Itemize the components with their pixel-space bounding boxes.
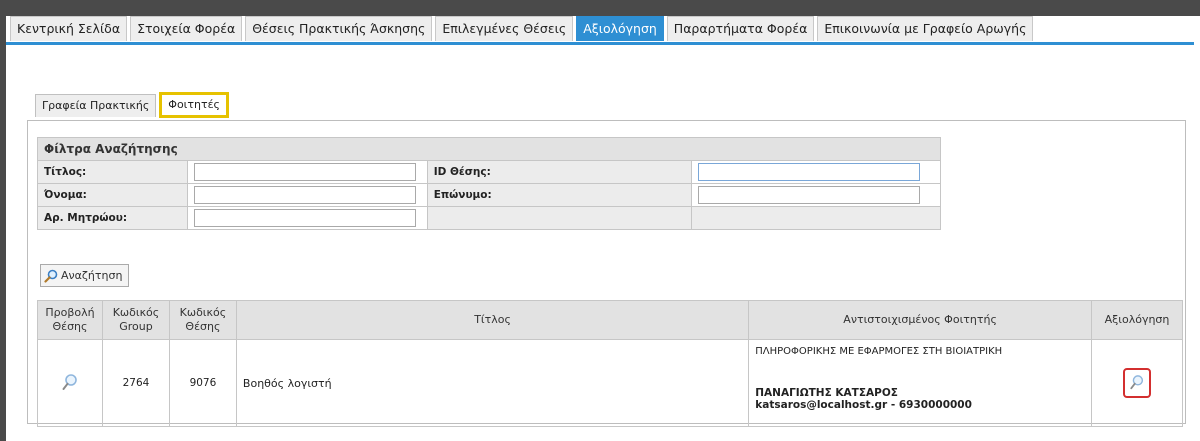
- col-student: Αντιστοιχισμένος Φοιτητής: [748, 300, 1092, 340]
- evaluate-icon: [1130, 375, 1144, 390]
- main-nav-tabs: Κεντρική Σελίδα Στοιχεία Φορέα Θέσεις Πρ…: [10, 16, 1036, 42]
- first-name-label: Όνομα:: [37, 183, 188, 207]
- filters-header: Φίλτρα Αναζήτησης: [37, 137, 941, 161]
- col-view-position: Προβολή Θέσης: [37, 300, 103, 340]
- tab-internship-positions[interactable]: Θέσεις Πρακτικής Άσκησης: [245, 16, 433, 41]
- search-filters: Φίλτρα Αναζήτησης Τίτλος: ID Θέσης: Όνομ…: [37, 137, 941, 230]
- student-department: ΠΛΗΡΟΦΟΡΙΚΗΣ ΜΕ ΕΦΑΡΜΟΓΕΣ ΣΤΗ ΒΙΟΙΑΤΡΙΚΗ: [755, 346, 1003, 357]
- evaluate-button[interactable]: [1122, 368, 1151, 398]
- position-id-input[interactable]: [698, 163, 921, 181]
- search-button-label: Αναζήτηση: [61, 269, 123, 282]
- sub-tabs: Γραφεία Πρακτικής Φοιτητές: [35, 92, 232, 120]
- position-code-cell: 9076: [168, 339, 237, 427]
- last-name-label: Επώνυμο:: [426, 183, 693, 207]
- student-name: ΠΑΝΑΓΙΩΤΗΣ ΚΑΤΣΑΡΟΣ: [755, 387, 898, 399]
- tab-home[interactable]: Κεντρική Σελίδα: [10, 16, 128, 41]
- title-input[interactable]: [193, 163, 416, 181]
- tab-evaluation[interactable]: Αξιολόγηση: [576, 16, 664, 41]
- col-evaluation: Αξιολόγηση: [1090, 300, 1184, 340]
- filters-empty-cell: [691, 206, 941, 230]
- tab-organization-branches[interactable]: Παραρτήματα Φορέα: [666, 16, 815, 41]
- col-title: Τίτλος: [235, 300, 750, 340]
- subtab-students[interactable]: Φοιτητές: [159, 92, 230, 118]
- student-contact: katsaros@localhost.gr - 6930000000: [755, 399, 972, 411]
- tab-helpdesk-contact[interactable]: Επικοινωνία με Γραφείο Αρωγής: [817, 16, 1034, 41]
- col-position-code: Κωδικός Θέσης: [168, 300, 237, 340]
- position-id-label: ID Θέσης:: [426, 160, 693, 184]
- view-position-icon[interactable]: [61, 373, 79, 393]
- first-name-input[interactable]: [193, 186, 416, 204]
- evaluation-cell: [1090, 339, 1184, 427]
- filters-empty-cell: [426, 206, 693, 230]
- position-title-cell: Βοηθός λογιστή: [235, 339, 750, 427]
- results-header-row: Προβολή Θέσης Κωδικός Group Κωδικός Θέσης Τ…: [37, 300, 1184, 340]
- tab-selected-positions[interactable]: Επιλεγμένες Θέσεις: [435, 16, 574, 41]
- subtab-internship-offices[interactable]: Γραφεία Πρακτικής: [35, 94, 157, 117]
- search-icon: [44, 269, 58, 283]
- registry-number-input[interactable]: [193, 209, 416, 227]
- window-frame-top: [0, 0, 1200, 16]
- group-code-cell: 2764: [101, 339, 170, 427]
- search-button[interactable]: Αναζήτηση: [40, 264, 130, 287]
- nav-divider: [6, 42, 1194, 45]
- view-position-cell: [37, 339, 103, 427]
- col-group-code: Κωδικός Group: [101, 300, 170, 340]
- tab-organization-details[interactable]: Στοιχεία Φορέα: [130, 16, 243, 41]
- last-name-input[interactable]: [698, 186, 921, 204]
- registry-number-label: Αρ. Μητρώου:: [37, 206, 188, 230]
- title-label: Τίτλος:: [37, 160, 188, 184]
- results-table: Προβολή Θέσης Κωδικός Group Κωδικός Θέσης Τ…: [37, 300, 1184, 427]
- table-row: 2764 9076 Βοηθός λογιστή ΠΛΗΡΟΦΟΡΙΚΗΣ ΜΕ…: [37, 339, 1184, 427]
- student-cell: ΠΛΗΡΟΦΟΡΙΚΗΣ ΜΕ ΕΦΑΡΜΟΓΕΣ ΣΤΗ ΒΙΟΙΑΤΡΙΚΗ…: [748, 339, 1092, 427]
